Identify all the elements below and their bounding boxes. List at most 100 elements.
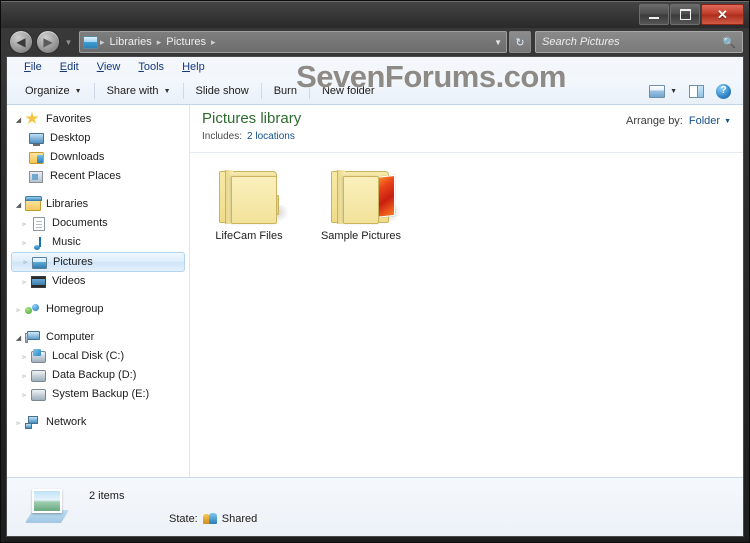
folder-with-pictures-icon xyxy=(329,167,401,224)
new-folder-label: New folder xyxy=(321,85,375,97)
twisty-closed-icon[interactable]: ▹ xyxy=(13,306,24,314)
organize-button[interactable]: Organize ▼ xyxy=(17,81,90,101)
drive-icon xyxy=(31,387,47,402)
toolbar-separator xyxy=(260,83,262,99)
pictures-library-icon xyxy=(83,35,98,49)
forward-button[interactable]: ▶ xyxy=(36,30,60,54)
share-with-button[interactable]: Share with ▼ xyxy=(99,81,179,101)
breadcrumb-separator-icon: ▸ xyxy=(100,36,105,47)
breadcrumb-pictures[interactable]: Pictures xyxy=(163,36,209,48)
change-view-icon xyxy=(649,84,666,98)
twisty-closed-icon[interactable]: ▹ xyxy=(19,372,30,380)
includes-locations-link[interactable]: 2 locations xyxy=(247,131,295,142)
menu-help[interactable]: Help xyxy=(173,61,214,73)
sidebar-item-documents[interactable]: ▹ Documents xyxy=(7,214,189,233)
arrange-by-value: Folder xyxy=(688,115,721,127)
search-icon: 🔍 xyxy=(722,36,736,49)
sidebar-item-computer[interactable]: ◢ Computer xyxy=(7,328,189,347)
twisty-open-icon[interactable]: ◢ xyxy=(13,116,24,124)
sidebar-item-pictures[interactable]: ▹ Pictures xyxy=(11,252,185,272)
sidebar-item-network[interactable]: ▹ Network xyxy=(7,413,189,432)
nav-group-computer: ◢ Computer ▹ Local Disk (C:) ▹ Data Back… xyxy=(7,328,189,404)
menu-edit[interactable]: Edit xyxy=(51,61,88,73)
sidebar-item-homegroup[interactable]: ▹ Homegroup xyxy=(7,300,189,319)
twisty-open-icon[interactable]: ◢ xyxy=(13,334,24,342)
minimize-icon xyxy=(649,16,659,19)
help-button[interactable]: ? xyxy=(712,81,735,101)
library-header: Pictures library Includes: 2 locations A… xyxy=(190,104,743,153)
chevron-down-icon: ▼ xyxy=(74,87,82,95)
star-icon xyxy=(25,112,41,127)
chevron-down-icon: ▼ xyxy=(64,37,73,47)
twisty-closed-icon[interactable]: ▹ xyxy=(19,220,30,228)
sidebar-item-recent-places[interactable]: Recent Places xyxy=(7,167,189,186)
menu-view-accel: V xyxy=(96,61,104,73)
status-badge: State: Shared xyxy=(169,512,257,525)
twisty-closed-icon[interactable]: ▹ xyxy=(13,419,24,427)
close-button[interactable]: ✕ xyxy=(701,4,744,25)
sidebar-label: Videos xyxy=(52,275,86,287)
arrange-by-button[interactable]: Folder ▼ xyxy=(689,115,731,127)
sidebar-item-system-backup-e[interactable]: ▹ System Backup (E:) xyxy=(7,385,189,404)
sidebar-label: Network xyxy=(46,416,87,428)
address-input[interactable]: ▸ Libraries ▸ Pictures ▸ ▼ xyxy=(79,31,507,53)
sidebar-item-desktop[interactable]: Desktop xyxy=(7,129,189,148)
refresh-button[interactable]: ↻ xyxy=(509,31,531,53)
item-count: 2 items xyxy=(89,489,125,502)
search-input[interactable] xyxy=(536,35,742,49)
menu-bar: File Edit View Tools Help xyxy=(7,57,743,78)
minimize-button[interactable] xyxy=(639,4,669,25)
organize-label: Organize xyxy=(25,85,70,97)
list-item[interactable]: Sample Pictures xyxy=(314,167,408,242)
sidebar-label: Downloads xyxy=(50,151,105,163)
sidebar-item-data-backup-d[interactable]: ▹ Data Backup (D:) xyxy=(7,366,189,385)
arrange-by: Arrange by: Folder ▼ xyxy=(626,111,731,127)
burn-button[interactable]: Burn xyxy=(266,81,305,101)
new-folder-button[interactable]: New folder xyxy=(314,81,383,101)
sidebar-item-libraries[interactable]: ◢ Libraries xyxy=(7,195,189,214)
menu-tools[interactable]: Tools xyxy=(129,61,173,73)
sidebar-label: Pictures xyxy=(53,255,93,268)
navigation-pane[interactable]: ◢ Favorites Desktop Downloads Recent Pla… xyxy=(7,104,190,478)
breadcrumb-separator-icon: ▸ xyxy=(156,36,162,47)
status-bar: 2 items State: Shared xyxy=(7,477,743,536)
menu-view[interactable]: View xyxy=(88,61,130,73)
twisty-closed-icon[interactable]: ▹ xyxy=(19,391,30,399)
preview-pane-button[interactable] xyxy=(683,81,710,101)
items-view[interactable]: LifeCam Files Sample Pictures xyxy=(190,153,743,242)
recent-pages-button[interactable]: ▼ xyxy=(63,38,74,47)
sidebar-item-downloads[interactable]: Downloads xyxy=(7,148,189,167)
toolbar-separator xyxy=(93,83,95,99)
nav-group-libraries: ◢ Libraries ▹ Documents ▹ Music ▹ Pictur… xyxy=(7,195,189,291)
search-box[interactable]: 🔍 xyxy=(535,31,743,53)
address-dropdown-icon[interactable]: ▼ xyxy=(494,38,502,47)
breadcrumb-libraries[interactable]: Libraries xyxy=(107,36,155,48)
sidebar-item-local-disk-c[interactable]: ▹ Local Disk (C:) xyxy=(7,347,189,366)
menu-help-accel: H xyxy=(182,61,191,73)
menu-tools-rest: ools xyxy=(143,61,165,73)
network-icon xyxy=(25,415,41,430)
twisty-open-icon[interactable]: ◢ xyxy=(13,201,24,209)
list-item[interactable]: LifeCam Files xyxy=(202,167,296,242)
documents-library-icon xyxy=(31,216,47,231)
system-drive-icon xyxy=(31,349,47,364)
twisty-closed-icon[interactable]: ▹ xyxy=(20,258,31,266)
maximize-button[interactable] xyxy=(670,4,700,25)
title-bar: ✕ xyxy=(1,1,749,28)
change-view-button[interactable]: ▼ xyxy=(645,81,681,101)
sidebar-item-music[interactable]: ▹ Music xyxy=(7,233,189,252)
shared-icon xyxy=(202,512,217,525)
sidebar-item-favorites[interactable]: ◢ Favorites xyxy=(7,110,189,129)
content-pane[interactable]: Pictures library Includes: 2 locations A… xyxy=(190,104,743,478)
slide-show-button[interactable]: Slide show xyxy=(188,81,257,101)
twisty-closed-icon[interactable]: ▹ xyxy=(19,278,30,286)
sidebar-label: Data Backup (D:) xyxy=(52,369,137,381)
twisty-closed-icon[interactable]: ▹ xyxy=(19,353,30,361)
back-button[interactable]: ◀ xyxy=(9,30,33,54)
sidebar-item-videos[interactable]: ▹ Videos xyxy=(7,272,189,291)
item-label: LifeCam Files xyxy=(215,230,283,242)
menu-file[interactable]: File xyxy=(15,61,51,73)
sidebar-label: Music xyxy=(52,236,81,248)
command-bar: Organize ▼ Share with ▼ Slide show Burn … xyxy=(7,78,743,105)
twisty-closed-icon[interactable]: ▹ xyxy=(19,239,30,247)
